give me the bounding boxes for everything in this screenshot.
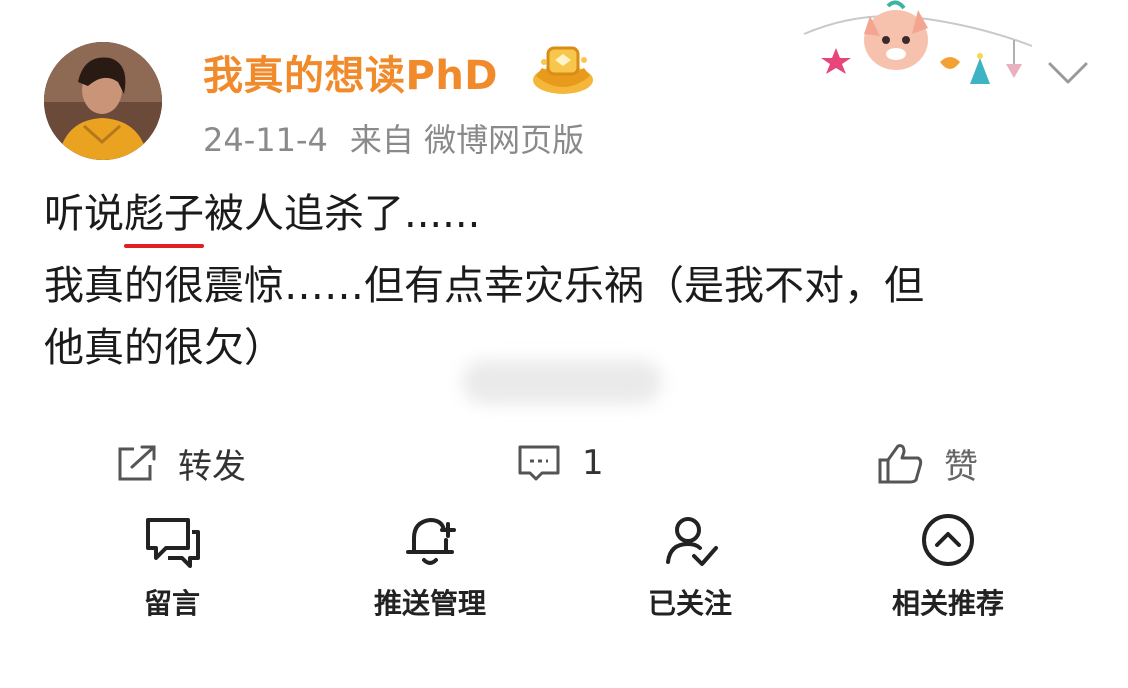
like-icon: [878, 444, 923, 484]
highlighted-word: 彪子: [124, 188, 204, 248]
avatar[interactable]: [44, 42, 162, 160]
user-check-icon: [666, 517, 718, 566]
avatar-image: [44, 42, 162, 160]
like-button[interactable]: 赞: [876, 436, 978, 490]
related-recommend-button[interactable]: 相关推荐: [848, 510, 1048, 624]
post-date: 24-11-4: [203, 121, 328, 159]
chevron-down-icon[interactable]: [1046, 58, 1090, 88]
followed-label: 已关注: [647, 587, 732, 620]
post-source: 来自 微博网页版: [349, 121, 585, 159]
red-underline: [124, 244, 204, 248]
push-manage-button[interactable]: 推送管理: [330, 510, 530, 624]
comment-button[interactable]: 1: [516, 436, 604, 490]
post-text-line-3: 他真的很欠）: [44, 325, 284, 371]
post-meta: 24-11-4 来自 微博网页版: [203, 116, 584, 164]
post-text-line-2: 我真的很震惊……但有点幸灾乐祸（是我不对，但: [44, 263, 924, 309]
vip-gold-icon[interactable]: [530, 40, 596, 98]
repost-label: 转发: [178, 446, 246, 487]
leave-message-label: 留言: [143, 587, 200, 620]
card-decoration-icon: [800, 0, 1040, 100]
leave-message-button[interactable]: 留言: [72, 510, 272, 624]
followed-button[interactable]: 已关注: [590, 510, 790, 624]
push-manage-label: 推送管理: [373, 587, 486, 620]
comment-count: 1: [582, 443, 604, 483]
post-text-segment: 被人追杀了......: [204, 191, 481, 237]
username[interactable]: 我真的想读PhD: [203, 46, 498, 106]
highlighted-word-text: 彪子: [124, 191, 204, 237]
message-icon: [146, 518, 200, 568]
post-text-line-1: 听说彪子 被人追杀了......: [44, 188, 481, 248]
chevron-up-circle-icon: [922, 514, 974, 566]
post-text-segment: 听说: [44, 191, 124, 237]
comment-icon: [518, 445, 560, 481]
repost-button[interactable]: 转发: [114, 436, 246, 490]
bell-icon: [406, 517, 456, 565]
blurred-area: [462, 360, 662, 404]
related-recommend-label: 相关推荐: [891, 587, 1004, 620]
like-label: 赞: [944, 446, 978, 487]
repost-icon: [118, 445, 156, 481]
